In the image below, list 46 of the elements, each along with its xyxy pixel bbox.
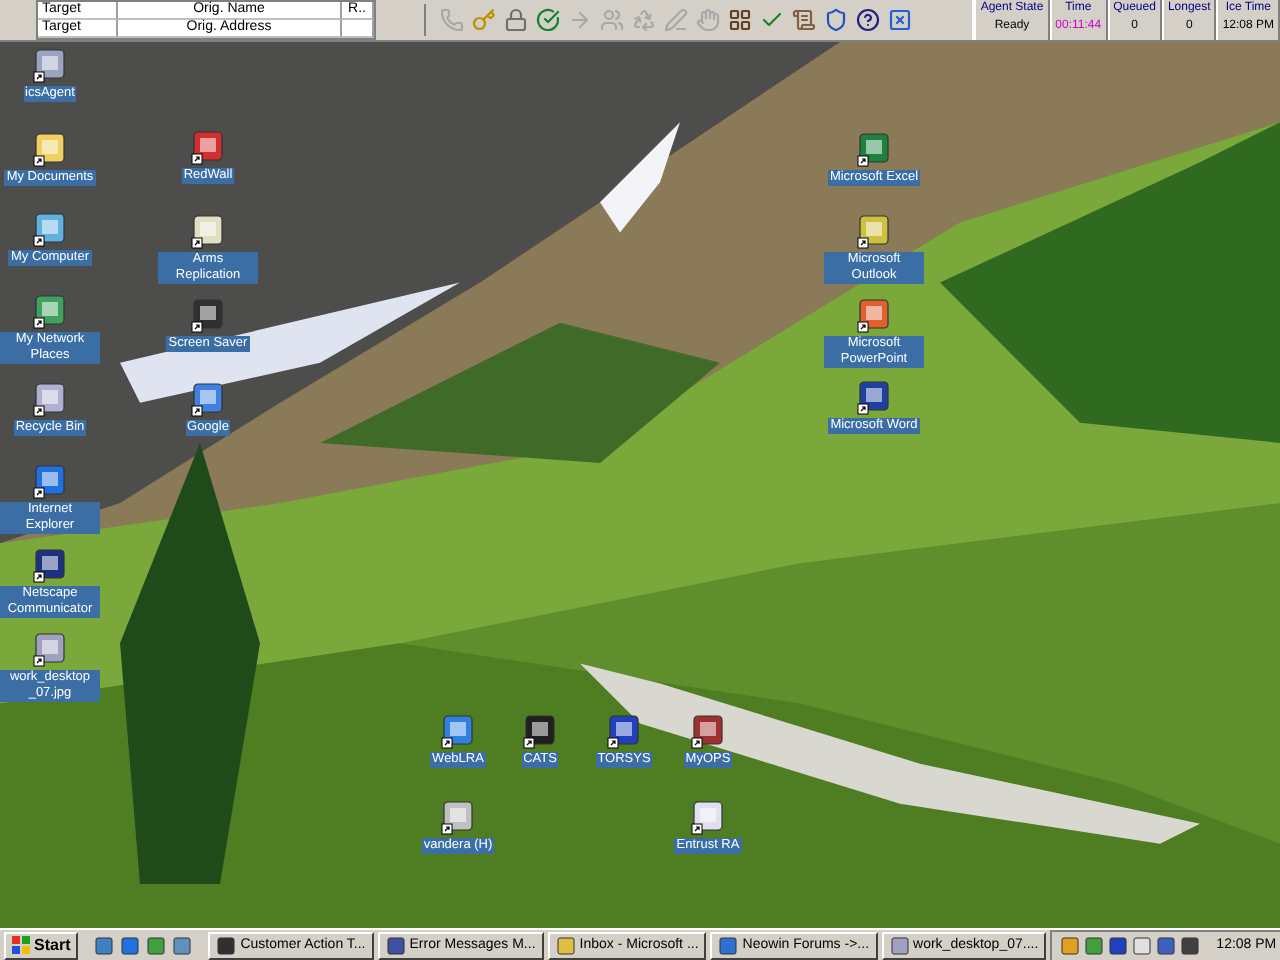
check-icon[interactable]	[534, 4, 562, 36]
tray-icon[interactable]	[1156, 935, 1177, 955]
quick-launch-icon[interactable]	[120, 935, 141, 955]
shortcut-icon[interactable]	[32, 632, 68, 668]
shortcut-icon[interactable]	[32, 48, 68, 84]
padlock-icon[interactable]	[502, 4, 530, 36]
shortcut-icon[interactable]	[606, 714, 642, 750]
shortcut-icon[interactable]	[32, 548, 68, 584]
shortcut-icon[interactable]	[440, 714, 476, 750]
shield-icon[interactable]	[822, 4, 850, 36]
window-icon[interactable]	[718, 935, 739, 955]
shortcut-icon[interactable]	[690, 800, 726, 836]
shortcut-icon[interactable]	[190, 130, 226, 166]
shortcut-icon[interactable]	[856, 214, 892, 250]
window-icon[interactable]	[216, 935, 237, 955]
tray-icon[interactable]	[1132, 935, 1153, 955]
tray-icon[interactable]	[1180, 935, 1201, 955]
grid-icon[interactable]	[726, 4, 754, 36]
shortcut-icon[interactable]	[32, 464, 68, 500]
shortcut-icon[interactable]	[856, 298, 892, 334]
shortcut-icon[interactable]	[522, 714, 558, 750]
close-icon[interactable]	[886, 4, 914, 36]
shortcut-icon[interactable]	[32, 294, 68, 330]
shortcut-icon[interactable]	[190, 298, 226, 334]
shortcut-icon[interactable]	[32, 212, 68, 248]
shortcut-icon[interactable]	[690, 714, 726, 750]
tray-icon[interactable]	[1108, 935, 1129, 955]
windows-logo-icon	[12, 936, 30, 954]
window-icon[interactable]	[889, 935, 910, 955]
tray-icon[interactable]	[1060, 935, 1081, 955]
shortcut-icon[interactable]	[856, 132, 892, 168]
shortcut-icon[interactable]	[440, 800, 476, 836]
help-icon[interactable]	[854, 4, 882, 36]
tray-icon[interactable]	[1084, 935, 1105, 955]
shortcut-icon[interactable]	[32, 132, 68, 168]
shortcut-icon[interactable]	[190, 382, 226, 418]
shortcut-icon[interactable]	[190, 214, 226, 250]
quick-launch-icon[interactable]	[146, 935, 167, 955]
start-button[interactable]: Start	[4, 931, 79, 959]
shortcut-icon[interactable]	[32, 382, 68, 418]
window-icon[interactable]	[555, 935, 576, 955]
scroll-icon[interactable]	[790, 4, 818, 36]
shortcut-icon[interactable]	[856, 380, 892, 416]
window-icon[interactable]	[385, 935, 406, 955]
quick-launch-icon[interactable]	[94, 935, 115, 955]
quick-launch-icon[interactable]	[172, 935, 193, 955]
